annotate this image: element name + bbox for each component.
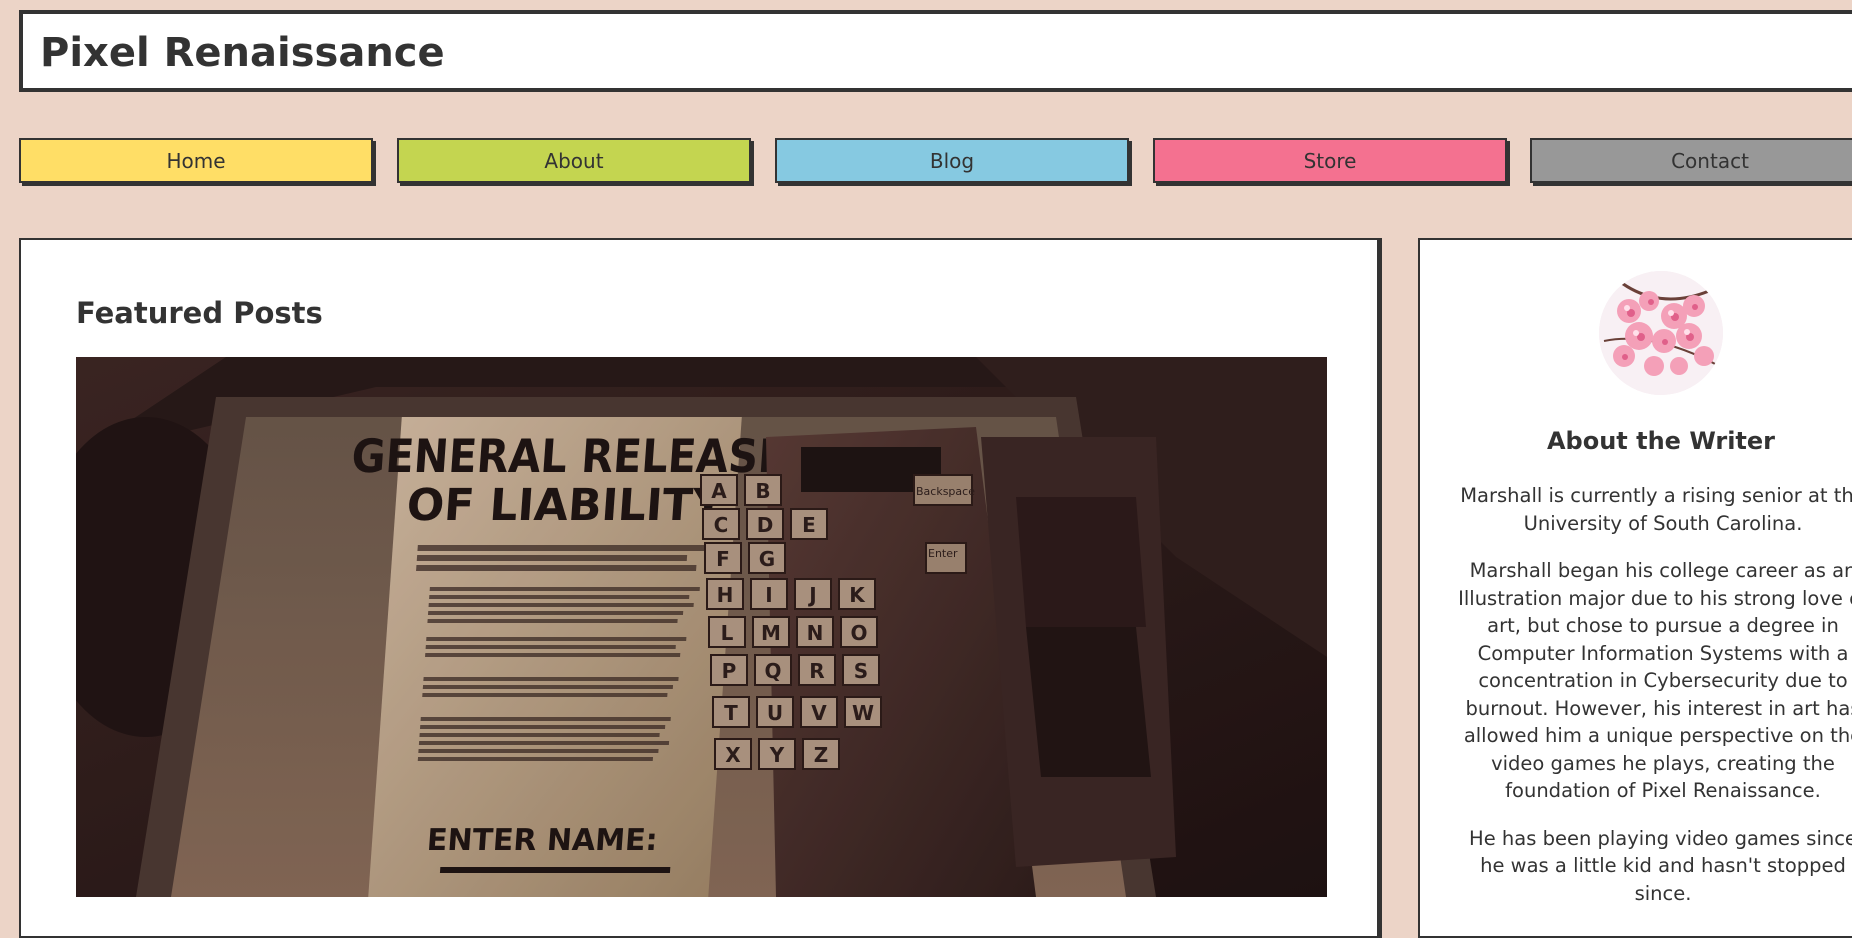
nav-home-button[interactable]: Home [19,138,373,183]
site-title[interactable]: Pixel Renaissance [40,30,445,76]
featured-posts-heading: Featured Posts [76,296,323,330]
about-writer-heading: About the Writer [1546,427,1776,455]
writer-avatar [1599,271,1723,395]
nav-about-button[interactable]: About [397,138,751,183]
nav-store-button[interactable]: Store [1153,138,1507,183]
nav-blog-button[interactable]: Blog [775,138,1129,183]
bio-paragraph-3: He has been playing video games since he… [1469,826,1852,905]
featured-post-illustration: GENERAL RELEASE OF LIABILITY ENTER NAME:… [76,357,1327,897]
bio-paragraph-2: Marshall began his college career as an … [1458,559,1852,802]
about-writer-panel: About the Writer Marshall is currently a… [1418,238,1852,938]
featured-posts-panel: Featured Posts GENERAL RELEASE OF LIABIL… [19,238,1379,938]
cherry-blossom-icon [1599,271,1723,395]
nav-contact-button[interactable]: Contact [1530,138,1852,183]
featured-post-image[interactable]: GENERAL RELEASE OF LIABILITY ENTER NAME:… [76,357,1327,897]
writer-bio: Marshall is currently a rising senior at… [1458,482,1852,927]
bio-paragraph-1: Marshall is currently a rising senior at… [1460,484,1852,535]
site-header: Pixel Renaissance [19,10,1852,92]
